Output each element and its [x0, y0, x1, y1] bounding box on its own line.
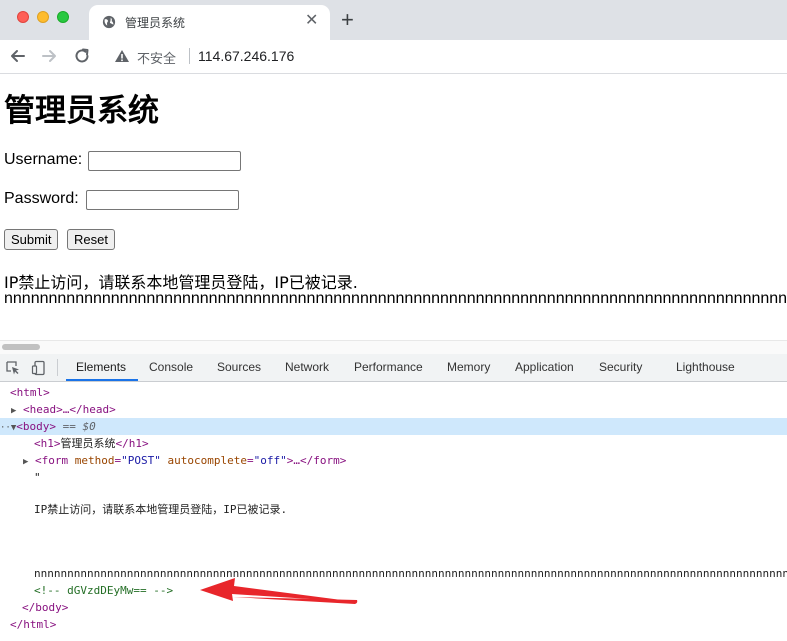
tab-title: 管理员系统	[125, 16, 186, 30]
horizontal-scrollbar[interactable]	[0, 340, 787, 355]
tab-elements[interactable]: Elements	[76, 360, 126, 374]
tab-strip: 管理员系统 ✕ +	[0, 0, 787, 40]
inspect-element-icon[interactable]	[5, 360, 21, 376]
reload-icon[interactable]	[71, 45, 93, 67]
browser-toolbar: 不安全 114.67.246.176	[0, 40, 787, 74]
reset-button[interactable]: Reset	[67, 229, 115, 250]
new-tab-button[interactable]: +	[341, 8, 354, 32]
tab-performance[interactable]: Performance	[354, 360, 423, 374]
body-close-tag: </body>	[22, 601, 69, 614]
hidden-comment: <!-- dGVzdDEyMw== -->	[34, 584, 174, 597]
text-quote: "	[34, 471, 41, 484]
h1-text: 管理员系统	[60, 437, 116, 450]
minimize-window-button[interactable]	[37, 11, 49, 23]
security-status-label[interactable]: 不安全	[137, 48, 176, 67]
form-open-tag: <form	[35, 454, 69, 467]
tab-security[interactable]: Security	[599, 360, 642, 374]
expand-triangle-icon[interactable]: ▶	[23, 457, 28, 467]
text-n-padding: nnnnnnnnnnnnnnnnnnnnnnnnnnnnnnnnnnnnnnnn…	[34, 567, 787, 580]
ellipsis-icon[interactable]: ··	[0, 423, 11, 433]
back-arrow-icon[interactable]	[7, 45, 29, 67]
tab-sources[interactable]: Sources	[217, 360, 261, 374]
head-collapsed-tag: <head>…</head>	[23, 403, 116, 416]
selected-node-marker: == $0	[62, 420, 96, 433]
maximize-window-button[interactable]	[57, 11, 69, 23]
page-viewport: 管理员系统 Username: Password: Submit Reset I…	[0, 74, 787, 340]
tab-close-icon[interactable]: ✕	[305, 12, 318, 30]
dom-text-node[interactable]: "	[0, 469, 787, 486]
close-window-button[interactable]	[17, 11, 29, 23]
username-label: Username:	[4, 151, 83, 168]
tab-console[interactable]: Console	[149, 360, 193, 374]
devtools-divider	[57, 359, 58, 376]
n-padding-text: nnnnnnnnnnnnnnnnnnnnnnnnnnnnnnnnnnnnnnnn…	[4, 290, 787, 307]
h1-close-tag: </h1>	[115, 437, 149, 450]
dom-node-body[interactable]: ··▼<body> == $0	[0, 418, 787, 435]
text-message: IP禁止访问，请联系本地管理员登陆，IP已被记录.	[34, 503, 288, 516]
dom-node-head[interactable]: ▶ <head>…</head>	[0, 401, 787, 418]
tab-application[interactable]: Application	[515, 360, 574, 374]
devtools-tabbar: Elements Console Sources Network Perform…	[0, 354, 787, 382]
password-input[interactable]	[86, 190, 239, 210]
expand-triangle-icon[interactable]: ▶	[11, 406, 16, 416]
tab-network[interactable]: Network	[285, 360, 329, 374]
dom-node-html[interactable]: <html>	[0, 384, 787, 401]
submit-button[interactable]: Submit	[4, 229, 59, 250]
form-attr-name: method	[74, 454, 115, 467]
browser-tab[interactable]: 管理员系统 ✕	[89, 5, 330, 40]
body-open-tag: <body>	[16, 420, 57, 433]
form-attr-value: "POST"	[121, 454, 161, 467]
dom-text-node[interactable]: nnnnnnnnnnnnnnnnnnnnnnnnnnnnnnnnnnnnnnnn…	[0, 565, 787, 582]
device-toolbar-icon[interactable]	[31, 360, 47, 376]
form-attr-value: "off"	[253, 454, 287, 467]
elements-dom-tree: <html> ▶ <head>…</head> ··▼<body> == $0 …	[0, 382, 787, 641]
password-label: Password:	[4, 190, 79, 207]
h1-open-tag: <h1>	[34, 437, 61, 450]
dom-node-comment[interactable]: <!-- dGVzdDEyMw== -->	[0, 582, 787, 599]
active-tab-indicator	[66, 379, 138, 381]
html-open-tag: <html>	[10, 386, 50, 399]
address-bar[interactable]: 不安全 114.67.246.176	[104, 42, 787, 70]
form-close-tag: >…</form>	[286, 454, 347, 467]
forward-arrow-icon[interactable]	[38, 45, 60, 67]
globe-icon	[102, 15, 116, 29]
dom-node-html-close[interactable]: </html>	[0, 616, 787, 633]
address-separator	[189, 48, 190, 64]
username-input[interactable]	[88, 151, 241, 171]
dom-node-form[interactable]: ▶ <form method="POST" autocomplete="off"…	[0, 452, 787, 469]
page-title: 管理员系统	[4, 93, 159, 129]
warning-triangle-icon	[115, 50, 129, 62]
form-attr-name: autocomplete	[167, 454, 248, 467]
url-text[interactable]: 114.67.246.176	[198, 48, 294, 64]
tab-memory[interactable]: Memory	[447, 360, 490, 374]
html-close-tag: </html>	[10, 618, 57, 631]
tab-lighthouse[interactable]: Lighthouse	[676, 360, 735, 374]
scrollbar-thumb[interactable]	[2, 344, 40, 350]
dom-text-node[interactable]: IP禁止访问，请联系本地管理员登陆，IP已被记录.	[0, 501, 787, 518]
dom-node-h1[interactable]: <h1>管理员系统</h1>	[0, 435, 787, 452]
dom-node-body-close[interactable]: </body>	[0, 599, 787, 616]
